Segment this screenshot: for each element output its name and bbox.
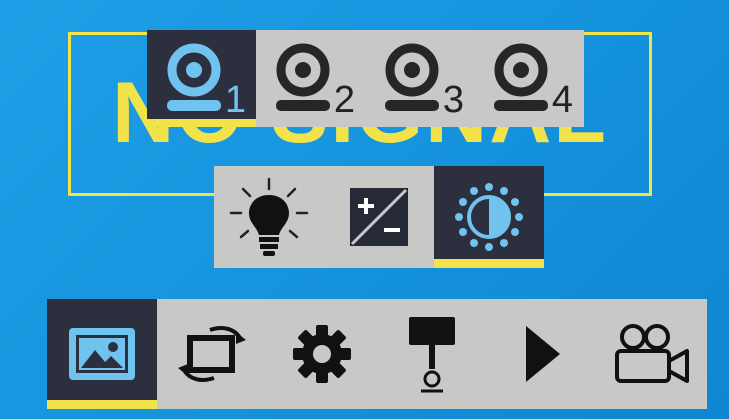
camera-number: 2	[333, 79, 355, 121]
camera-number: 1	[224, 79, 246, 121]
main-menu-bar	[47, 299, 707, 409]
picture-icon	[69, 328, 135, 380]
saturation-button[interactable]	[434, 166, 544, 268]
selection-underline	[434, 259, 544, 268]
brightness-button[interactable]	[214, 166, 324, 268]
image-adjust-bar	[214, 166, 544, 268]
camera-3-button[interactable]: 3	[365, 30, 474, 127]
camera-number: 3	[442, 79, 464, 121]
selection-underline	[147, 119, 256, 127]
play-menu-button[interactable]	[487, 299, 597, 409]
camera-icon	[493, 43, 548, 111]
selection-underline	[47, 400, 157, 409]
camera-icon	[384, 43, 439, 111]
settings-menu-button[interactable]	[267, 299, 377, 409]
camera-2-button[interactable]: 2	[256, 30, 365, 127]
monitor-screen: NO SIGNAL 1 2 3	[0, 0, 729, 419]
record-menu-button[interactable]	[597, 299, 707, 409]
display-menu-button[interactable]	[377, 299, 487, 409]
video-camera-icon	[615, 324, 689, 383]
display-stand-icon	[409, 317, 455, 393]
camera-4-button[interactable]: 4	[474, 30, 583, 127]
brightness-bulb-icon	[229, 177, 309, 256]
camera-1-button[interactable]: 1	[147, 30, 256, 127]
rotate-menu-button[interactable]	[157, 299, 267, 409]
camera-number: 4	[551, 79, 573, 121]
contrast-plus-minus-icon	[350, 188, 408, 246]
contrast-button[interactable]	[324, 166, 434, 268]
rotate-screen-icon	[178, 326, 246, 382]
settings-gear-icon	[293, 325, 351, 383]
picture-menu-button[interactable]	[47, 299, 157, 409]
play-icon	[526, 326, 560, 382]
saturation-dial-icon	[455, 183, 523, 251]
camera-icon	[166, 43, 221, 111]
camera-channel-bar: 1 2 3 4	[147, 30, 584, 127]
camera-icon	[275, 43, 330, 111]
